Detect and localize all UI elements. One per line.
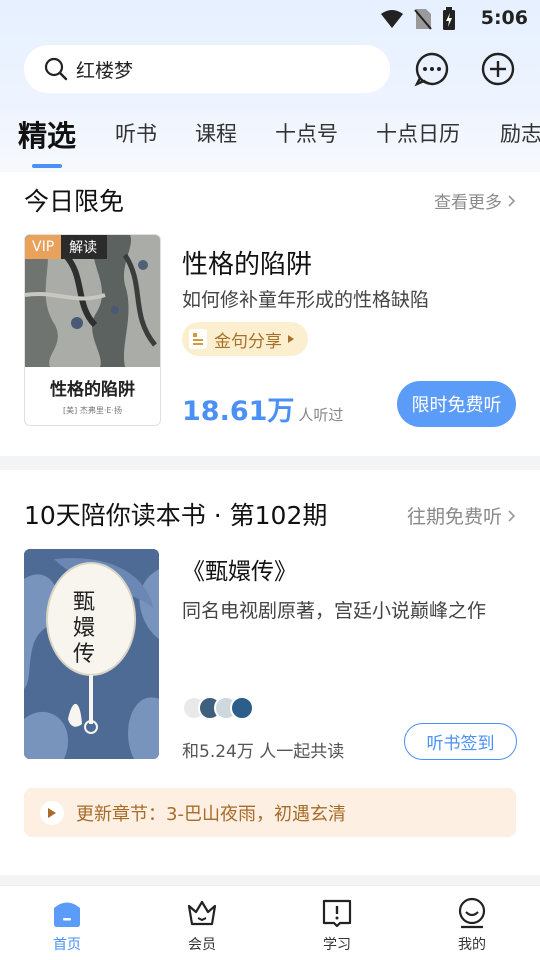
battery-charging-icon — [443, 7, 455, 30]
message-icon[interactable] — [414, 51, 450, 87]
avatar — [230, 696, 254, 720]
wifi-icon — [381, 10, 403, 28]
quote-share-chip[interactable]: 金句分享 — [182, 322, 308, 356]
chapter-update-text: 更新章节：3-巴山夜雨，初遇玄清 — [76, 803, 346, 825]
play-icon[interactable] — [40, 800, 64, 825]
see-more-link[interactable]: 查看更多 — [434, 188, 516, 213]
book-subtitle: 如何修补童年形成的性格缺陷 — [182, 289, 430, 311]
nav-home[interactable]: 首页 — [27, 896, 107, 954]
type-label: 解读 — [61, 235, 108, 259]
book-subtitle: 同名电视剧原著，宫廷小说巅峰之作 — [182, 600, 487, 622]
book-icon — [322, 899, 352, 928]
no-sim-icon — [414, 9, 432, 30]
book-title[interactable]: 《甄嬛传》 — [182, 552, 297, 586]
nav-home-label: 首页 — [53, 937, 81, 953]
quote-share-label: 金句分享 — [214, 331, 282, 352]
svg-text:传: 传 — [73, 642, 95, 667]
listen-number: 18.61万 — [182, 396, 295, 427]
vip-badge: VIP 解读 — [25, 235, 108, 259]
triangle-right-icon — [288, 335, 294, 343]
chapter-update-bar[interactable]: 更新章节：3-巴山夜雨，初遇玄清 — [24, 788, 516, 837]
bottom-nav: 首页 会员 学习 我的 — [0, 885, 540, 960]
nav-study[interactable]: 学习 — [297, 896, 377, 954]
home-icon — [54, 902, 80, 927]
chevron-right-icon — [508, 509, 516, 522]
listen-count: 18.61万 人听过 — [182, 389, 343, 428]
tab-indicator — [32, 164, 62, 168]
status-bar: 5:06 — [0, 0, 540, 36]
add-icon[interactable] — [480, 51, 516, 87]
nav-membership[interactable]: 会员 — [162, 896, 242, 954]
past-free-label: 往期免费听 — [406, 506, 502, 528]
reading-plan-card: 10天陪你读本书 · 第102期 往期免费听 甄 嬛 传 《甄嬛传》 同名电视剧… — [0, 470, 540, 875]
status-icons — [380, 7, 456, 31]
search-query: 红楼梦 — [76, 59, 134, 82]
book-title[interactable]: 性格的陷阱 — [182, 244, 312, 281]
search-bar[interactable]: 红楼梦 — [24, 45, 390, 93]
listen-unit: 人听过 — [298, 406, 344, 424]
book-cover[interactable]: VIP 解读 性格的陷阱 [美] 杰弗里·E·扬 — [24, 234, 161, 426]
tab-inspiration[interactable]: 励志 — [500, 118, 540, 148]
quote-icon — [189, 329, 207, 349]
nav-profile[interactable]: 我的 — [432, 896, 512, 954]
tab-calendar[interactable]: 十点日历 — [376, 118, 460, 148]
cover-artwork: 甄 嬛 传 — [24, 549, 159, 759]
svg-text:甄: 甄 — [73, 590, 95, 615]
status-time: 5:06 — [480, 7, 528, 29]
free-listen-button[interactable]: 限时免费听 — [397, 381, 516, 427]
cover-title: 性格的陷阱 — [50, 380, 135, 400]
svg-text:嬛: 嬛 — [73, 616, 95, 641]
section-title: 今日限免 — [24, 187, 125, 216]
book-cover[interactable]: 甄 嬛 传 — [24, 549, 159, 759]
reader-avatars — [182, 696, 254, 720]
past-free-link[interactable]: 往期免费听 — [407, 502, 516, 529]
vip-label: VIP — [25, 235, 62, 259]
cover-author: [美] 杰弗里·E·扬 — [63, 406, 122, 415]
tab-courses[interactable]: 课程 — [195, 118, 237, 148]
listen-checkin-button[interactable]: 听书签到 — [404, 723, 517, 760]
see-more-label: 查看更多 — [434, 193, 502, 213]
free-today-card: 今日限免 查看更多 VIP 解读 性格的陷阱 [美] 杰弗里·E·扬 性格的陷阱… — [0, 172, 540, 456]
nav-membership-label: 会员 — [188, 937, 216, 953]
smile-icon — [458, 897, 486, 929]
tab-audiobook[interactable]: 听书 — [115, 118, 157, 148]
nav-profile-label: 我的 — [458, 937, 486, 953]
tab-selected[interactable]: 精选 — [18, 113, 76, 155]
chevron-right-icon — [508, 194, 516, 207]
section-title: 10天陪你读本书 · 第102期 — [24, 501, 328, 530]
co-reading-count: 和5.24万 人一起共读 — [182, 742, 345, 762]
crown-icon — [187, 900, 217, 926]
search-icon — [44, 57, 68, 81]
nav-study-label: 学习 — [323, 937, 351, 953]
tab-shidianhao[interactable]: 十点号 — [275, 118, 338, 148]
